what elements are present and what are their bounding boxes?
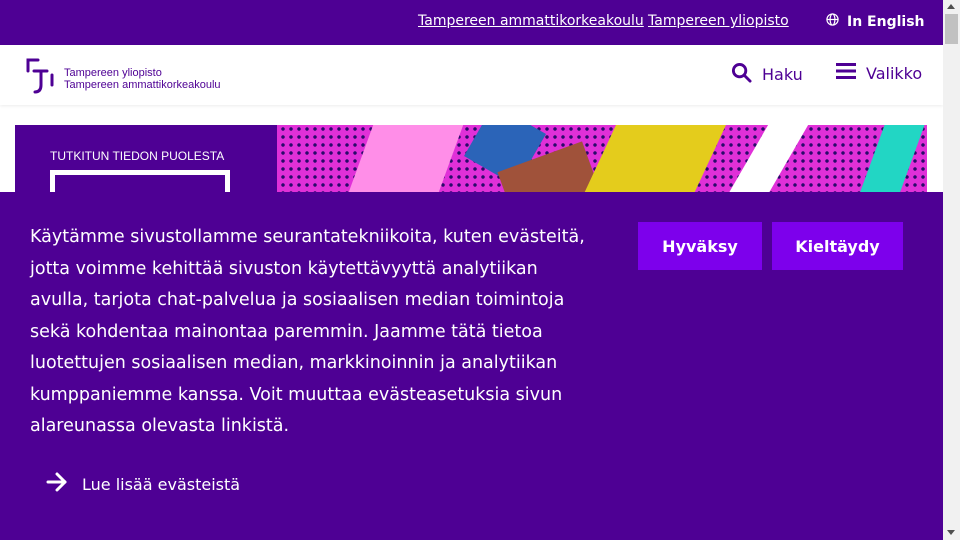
menu-label: Valikko [866,63,923,83]
logo-mark-icon [24,55,56,99]
cookie-description: Käytämme sivustollamme seurantatekniikoi… [30,227,585,436]
scroll-up-icon[interactable] [947,4,955,9]
scroll-down-icon[interactable] [947,530,955,535]
language-label: In English [847,13,925,30]
site-logo[interactable]: Tampereen yliopisto Tampereen ammattikor… [24,55,221,99]
read-more-label: Lue lisää evästeistä [82,474,241,494]
read-more-link[interactable]: Lue lisää evästeistä [46,472,240,496]
search-button[interactable]: Haku [731,62,803,87]
language-switch[interactable]: In English [826,13,925,30]
link-university[interactable]: Tampereen yliopisto [648,13,789,29]
scrollbar-thumb[interactable] [945,14,958,44]
decline-button[interactable]: Kieltäydy [772,222,903,270]
accept-button[interactable]: Hyväksy [638,222,762,270]
hero-stripe-pink [333,125,467,195]
logo-line-2: Tampereen ammattikorkeakoulu [64,79,221,91]
top-utility-bar: Tampereen ammattikorkeakoulu Tampereen y… [0,0,943,45]
site-header: Tampereen yliopisto Tampereen ammattikor… [0,45,943,105]
logo-line-1: Tampereen yliopisto [64,67,162,79]
globe-icon [826,13,839,30]
hero-banner: TUTKITUN TIEDON PUOLESTA [15,125,927,195]
search-label: Haku [762,65,803,84]
hamburger-icon [836,62,856,84]
hero-kicker: TUTKITUN TIEDON PUOLESTA [50,149,225,163]
menu-button[interactable]: Valikko [836,62,922,84]
page-scrollbar[interactable] [943,0,960,540]
hero-stripe-yellow [569,125,731,195]
logo-text: Tampereen yliopisto Tampereen ammattikor… [64,67,221,91]
cookie-consent-banner: Käytämme sivustollamme seurantatekniikoi… [0,192,943,540]
hero-stripe-teal [851,125,927,195]
arrow-right-icon [46,472,68,496]
hero-stripe-white [716,125,814,195]
search-icon [731,62,752,87]
link-tamk[interactable]: Tampereen ammattikorkeakoulu [418,13,644,29]
hero-title-box: TUTKITUN TIEDON PUOLESTA [15,125,277,195]
